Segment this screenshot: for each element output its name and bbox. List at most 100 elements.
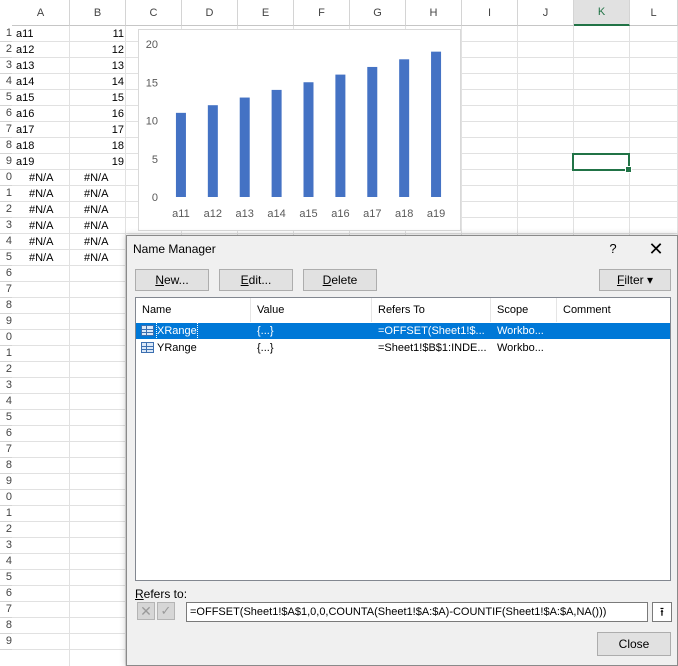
bar[interactable] (271, 89, 282, 197)
row-header[interactable]: 4 (0, 74, 12, 90)
close-icon[interactable]: ✕ (645, 238, 667, 260)
cell-a[interactable] (16, 378, 66, 394)
row-header[interactable]: 1 (0, 346, 12, 362)
bar[interactable] (399, 59, 410, 197)
row-header[interactable]: 2 (0, 522, 12, 538)
row-header[interactable]: 5 (0, 570, 12, 586)
row-header[interactable]: 1 (0, 506, 12, 522)
cell-a[interactable]: a18 (16, 138, 66, 154)
cell-b[interactable]: 14 (70, 74, 124, 90)
refers-to-input[interactable]: =OFFSET(Sheet1!$A$1,0,0,COUNTA(Sheet1!$A… (186, 602, 648, 622)
cell-a[interactable] (16, 474, 66, 490)
cell-b[interactable] (70, 490, 124, 506)
cell-b[interactable] (70, 298, 124, 314)
cell-b[interactable]: 13 (70, 58, 124, 74)
cell-b[interactable] (70, 266, 124, 282)
name-row-yrange[interactable]: YRange {...} =Sheet1!$B$1:INDE... Workbo... (136, 340, 670, 356)
cell-a[interactable] (16, 506, 66, 522)
column-header-e[interactable]: E (238, 0, 294, 26)
row-header[interactable]: 6 (0, 266, 12, 282)
cell-b[interactable] (70, 458, 124, 474)
cell-b[interactable] (70, 410, 124, 426)
cell-a[interactable]: #N/A (29, 250, 69, 266)
cell-b[interactable] (70, 618, 124, 634)
cell-a[interactable] (16, 570, 66, 586)
row-header[interactable]: 2 (0, 202, 12, 218)
row-header[interactable]: 6 (0, 586, 12, 602)
row-header[interactable]: 2 (0, 362, 12, 378)
row-header[interactable]: 4 (0, 234, 12, 250)
row-header[interactable]: 6 (0, 426, 12, 442)
cell-b[interactable] (70, 474, 124, 490)
cell-a[interactable] (16, 410, 66, 426)
cell-a[interactable] (16, 426, 66, 442)
row-header[interactable]: 2 (0, 42, 12, 58)
column-header-refers-to[interactable]: Refers To (372, 298, 491, 322)
row-header[interactable]: 1 (0, 186, 12, 202)
confirm-edit-icon[interactable]: ✓ (157, 602, 175, 620)
cell-b[interactable] (70, 394, 124, 410)
row-header[interactable]: 4 (0, 394, 12, 410)
row-header[interactable]: 5 (0, 410, 12, 426)
cell-a[interactable] (16, 458, 66, 474)
cell-a[interactable]: a11 (16, 26, 66, 42)
cell-b[interactable]: 11 (70, 26, 124, 42)
row-header[interactable]: 9 (0, 474, 12, 490)
column-header-d[interactable]: D (182, 0, 238, 26)
cell-b[interactable]: 17 (70, 122, 124, 138)
row-header[interactable]: 0 (0, 330, 12, 346)
active-cell-selection[interactable] (572, 153, 632, 173)
row-header[interactable]: 9 (0, 634, 12, 650)
row-header[interactable]: 8 (0, 458, 12, 474)
cell-a[interactable] (16, 330, 66, 346)
cell-b[interactable]: 19 (70, 154, 124, 170)
edit-button[interactable]: Edit... (219, 269, 293, 291)
cell-b[interactable] (70, 378, 124, 394)
column-header-h[interactable]: H (406, 0, 462, 26)
cell-a[interactable]: #N/A (29, 218, 69, 234)
cell-a[interactable] (16, 442, 66, 458)
cell-a[interactable] (16, 394, 66, 410)
cell-a[interactable] (16, 586, 66, 602)
cell-a[interactable]: #N/A (29, 186, 69, 202)
cell-b[interactable] (70, 522, 124, 538)
cell-a[interactable] (16, 522, 66, 538)
cell-b[interactable]: #N/A (84, 186, 134, 202)
cell-b[interactable] (70, 426, 124, 442)
row-header[interactable]: 5 (0, 250, 12, 266)
row-header[interactable]: 3 (0, 538, 12, 554)
bar[interactable] (303, 82, 314, 197)
cell-b[interactable] (70, 506, 124, 522)
cell-b[interactable]: 18 (70, 138, 124, 154)
cell-a[interactable]: #N/A (29, 170, 69, 186)
cell-a[interactable] (16, 314, 66, 330)
row-header[interactable]: 8 (0, 138, 12, 154)
cell-a[interactable]: a12 (16, 42, 66, 58)
collapse-dialog-icon[interactable]: ⭱ (652, 602, 672, 622)
cell-b[interactable]: #N/A (84, 202, 134, 218)
row-header[interactable]: 7 (0, 602, 12, 618)
column-header-l[interactable]: L (630, 0, 678, 26)
cell-b[interactable]: 15 (70, 90, 124, 106)
cell-b[interactable] (70, 442, 124, 458)
cancel-edit-icon[interactable]: ✕ (137, 602, 155, 620)
column-header-i[interactable]: I (462, 0, 518, 26)
new-button[interactable]: New... (135, 269, 209, 291)
column-header-a[interactable]: A (12, 0, 70, 26)
cell-a[interactable] (16, 282, 66, 298)
cell-b[interactable] (70, 554, 124, 570)
close-button[interactable]: Close (597, 632, 671, 656)
cell-a[interactable] (16, 298, 66, 314)
bar[interactable] (207, 105, 218, 197)
name-row-xrange[interactable]: XRange {...} =OFFSET(Sheet1!$... Workbo... (136, 322, 670, 340)
cell-b[interactable] (70, 346, 124, 362)
cell-a[interactable]: a14 (16, 74, 66, 90)
column-header-scope[interactable]: Scope (491, 298, 557, 322)
cell-a[interactable] (16, 490, 66, 506)
column-header-value[interactable]: Value (251, 298, 372, 322)
cell-b[interactable] (70, 330, 124, 346)
cell-a[interactable] (16, 602, 66, 618)
cell-b[interactable] (70, 602, 124, 618)
row-header[interactable]: 3 (0, 378, 12, 394)
row-header[interactable]: 3 (0, 218, 12, 234)
